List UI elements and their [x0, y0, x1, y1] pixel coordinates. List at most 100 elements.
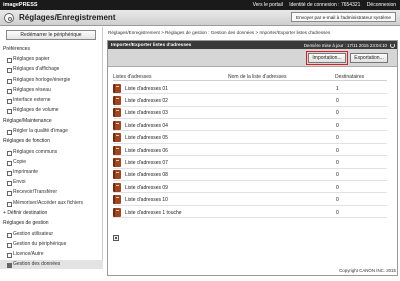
sidebar: Redémarrer le périphérique Préférences Ré… — [0, 27, 103, 270]
address-list-name[interactable]: Liste d'adresses 02 — [125, 98, 168, 104]
address-list-name[interactable]: Liste d'adresses 07 — [125, 160, 168, 166]
sidebar-item[interactable]: Gestion des données — [0, 260, 103, 270]
address-list-name[interactable]: Liste d'adresses 10 — [125, 197, 168, 203]
last-updated: Dernière mise à jour : 17/11 2015 23:04:… — [303, 42, 387, 48]
sidebar-item-label: Réglages de volume — [13, 107, 59, 114]
address-list-name[interactable]: Liste d'adresses 09 — [125, 185, 168, 191]
address-list-name[interactable]: Liste d'adresses 1 touche — [125, 210, 182, 216]
recipient-count: 0 — [336, 135, 339, 142]
recipient-count: 0 — [336, 97, 339, 104]
sidebar-item-label: Réglages réseau — [13, 86, 51, 93]
address-book-icon — [113, 157, 121, 167]
breadcrumb: Réglages/Enregistrement > Réglages de ge… — [108, 30, 331, 35]
panel-toolbar: Importation... Exportation... — [108, 49, 397, 67]
address-list-name[interactable]: Liste d'adresses 03 — [125, 110, 168, 116]
sidebar-item[interactable]: Réglages papier — [0, 55, 103, 64]
recipient-count: 0 — [336, 159, 339, 166]
sidebar-section-label: Réglages de gestion — [0, 219, 103, 228]
sidebar-item-label: Gestion du périphérique — [13, 240, 67, 247]
sidebar-item-label: Gestion utilisateur — [13, 230, 54, 237]
table-row[interactable]: Liste d'adresses 09 0 — [113, 181, 387, 194]
table-row[interactable]: Liste d'adresses 05 0 — [113, 132, 387, 144]
sidebar-item[interactable]: Imprimante — [0, 168, 103, 177]
recipient-count: 0 — [336, 110, 339, 117]
import-button[interactable]: Importation... — [306, 51, 348, 65]
header-divider — [113, 80, 387, 81]
sidebar-item[interactable]: Réglages horloge/énergie — [0, 76, 103, 85]
recipient-count: 0 — [336, 197, 339, 204]
main-content: Réglages/Enregistrement > Réglages de ge… — [105, 27, 400, 276]
sidebar-item[interactable]: Réglages d'affichage — [0, 65, 103, 74]
sidebar-item-label: Mémoriser/Accéder aux fichiers — [13, 199, 84, 206]
address-list-name[interactable]: Liste d'adresses 05 — [125, 135, 168, 141]
sidebar-item-label: Réglages horloge/énergie — [13, 76, 71, 83]
email-admin-button[interactable]: Envoyer par e-mail à l'administrateur sy… — [291, 12, 396, 22]
address-book-icon — [113, 83, 121, 93]
table-row[interactable]: Liste d'adresses 07 0 — [113, 156, 387, 169]
sidebar-item[interactable]: + Définir destination — [0, 209, 103, 218]
restart-device-button[interactable]: Redémarrer le périphérique — [6, 30, 96, 40]
portal-link[interactable]: Vers le portail — [253, 2, 283, 8]
sidebar-item-label: Envoi — [13, 179, 26, 186]
sidebar-item[interactable]: Régler la qualité d'image — [0, 127, 103, 136]
address-book-icon — [113, 195, 121, 205]
sidebar-item[interactable]: Gestion utilisateur — [0, 230, 103, 239]
address-book-icon — [113, 95, 121, 105]
table-row[interactable]: Liste d'adresses 03 0 — [113, 107, 387, 120]
sidebar-item-label: Réglages communs — [13, 148, 58, 155]
sidebar-item-label: Réglages de fonction — [3, 138, 50, 145]
sidebar-section-label: Réglages de fonction — [0, 137, 103, 146]
sidebar-item-label: Interface externe — [13, 97, 51, 103]
sidebar-item-label: Régler la qualité d'image — [13, 127, 68, 134]
table-row[interactable]: Liste d'adresses 08 0 — [113, 169, 387, 182]
sidebar-item[interactable]: Interface externe — [0, 96, 103, 105]
table-row[interactable]: Liste d'adresses 1 touche 0 — [113, 206, 387, 219]
sidebar-item[interactable]: Réglages réseau — [0, 86, 103, 95]
table-row[interactable]: Liste d'adresses 02 0 — [113, 94, 387, 107]
sidebar-item[interactable]: Recevoir/Transférer — [0, 188, 103, 197]
top-links: Vers le portail Identité de connexion : … — [248, 2, 396, 8]
address-book-icon — [113, 182, 121, 192]
address-list-name[interactable]: Liste d'adresses 08 — [125, 172, 168, 178]
sidebar-item-label: Imprimante — [13, 169, 39, 175]
sidebar-item-label: Copie — [13, 158, 27, 165]
address-book-icon — [113, 108, 121, 118]
address-book-icon — [113, 170, 121, 180]
table-row[interactable]: Liste d'adresses 04 0 — [113, 119, 387, 132]
sidebar-section-label: Préférences — [0, 45, 103, 54]
table-row[interactable]: Liste d'adresses 10 0 — [113, 194, 387, 206]
sidebar-item[interactable]: Copie — [0, 158, 103, 167]
table-footer-icon[interactable] — [113, 235, 119, 241]
sidebar-item-label: Réglages de gestion — [3, 220, 49, 227]
sidebar-item[interactable]: Envoi — [0, 178, 103, 187]
address-book-icon — [113, 207, 121, 217]
sidebar-item[interactable]: Licence/Autre — [0, 250, 103, 259]
sidebar-item[interactable]: Mémoriser/Accéder aux fichiers — [0, 199, 103, 208]
sidebar-item-label: Préférences — [3, 46, 30, 52]
login-info: Identité de connexion : 7654321 — [289, 2, 361, 8]
recipient-count: 0 — [336, 147, 339, 154]
top-bar: imagePRESS Vers le portail Identité de c… — [0, 0, 400, 10]
sidebar-section-label: Réglage/Maintenance — [0, 117, 103, 126]
address-list-name[interactable]: Liste d'adresses 06 — [125, 148, 168, 154]
sidebar-item[interactable]: Réglages de volume — [0, 106, 103, 115]
refresh-icon[interactable] — [390, 42, 395, 48]
address-list-name[interactable]: Liste d'adresses 01 — [125, 86, 168, 92]
address-book-icon — [113, 145, 121, 155]
table-row[interactable]: Liste d'adresses 06 0 — [113, 144, 387, 157]
sidebar-item[interactable]: Gestion du périphérique — [0, 240, 103, 249]
page-title: Réglages/Enregistrement — [19, 13, 116, 22]
copyright: Copyright CANON INC. 2015 — [339, 268, 396, 273]
sidebar-item-label: Gestion des données — [13, 261, 61, 268]
sidebar-item-label: Définir destination — [7, 209, 48, 216]
logout-link[interactable]: Déconnexion — [367, 2, 396, 8]
title-bar: Réglages/Enregistrement Envoyer par e-ma… — [0, 10, 400, 26]
recipient-count: 0 — [336, 209, 339, 216]
sidebar-item[interactable]: Réglages communs — [0, 148, 103, 157]
brand-name: imagePRESS — [3, 2, 38, 8]
table-row[interactable]: Liste d'adresses 01 1 — [113, 82, 387, 95]
recipient-count: 0 — [336, 184, 339, 191]
sidebar-item-label: Recevoir/Transférer — [13, 189, 57, 196]
export-button[interactable]: Exportation... — [350, 53, 388, 63]
address-list-name[interactable]: Liste d'adresses 04 — [125, 123, 168, 129]
